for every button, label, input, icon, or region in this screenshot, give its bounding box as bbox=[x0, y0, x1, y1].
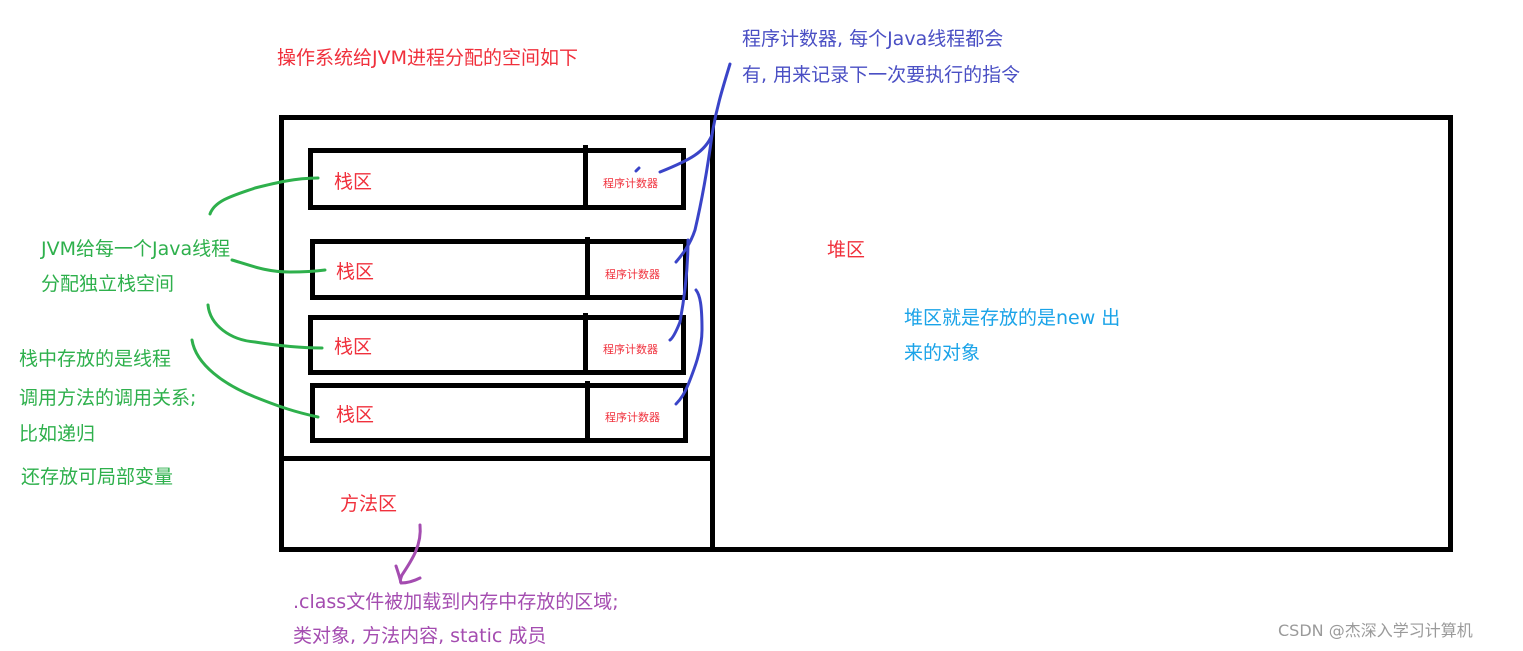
stack-frame-2-divider bbox=[585, 237, 590, 299]
local-vars-note: 还存放可局部变量 bbox=[21, 466, 174, 488]
stack-label-4: 栈区 bbox=[336, 404, 375, 426]
stack-frame-4-divider bbox=[585, 381, 590, 441]
method-area-label: 方法区 bbox=[340, 493, 398, 515]
pc-label-4: 程序计数器 bbox=[605, 411, 660, 424]
stack-content-note-line3: 比如递归 bbox=[19, 423, 96, 445]
pc-label-2: 程序计数器 bbox=[605, 268, 660, 281]
stack-label-2: 栈区 bbox=[336, 261, 375, 283]
heap-label: 堆区 bbox=[827, 239, 866, 261]
method-area-divider bbox=[279, 456, 715, 461]
method-area-note-line1: .class文件被加载到内存中存放的区域; bbox=[293, 591, 619, 613]
pc-label-1: 程序计数器 bbox=[603, 177, 658, 190]
thread-stack-note-line2: 分配独立栈空间 bbox=[41, 273, 175, 295]
stack-frame-3-divider bbox=[583, 313, 588, 373]
stack-frame-1-divider bbox=[583, 145, 588, 207]
heap-region bbox=[710, 115, 1453, 552]
heap-note-line1: 堆区就是存放的是new 出 bbox=[904, 307, 1121, 329]
stack-label-3: 栈区 bbox=[334, 336, 373, 358]
thread-stack-note-line1: JVM给每一个Java线程 bbox=[41, 238, 231, 260]
stack-content-note-line2: 调用方法的调用关系; bbox=[19, 387, 197, 409]
method-area-note-line2: 类对象, 方法内容, static 成员 bbox=[293, 625, 547, 647]
pc-note-line2: 有, 用来记录下一次要执行的指令 bbox=[742, 64, 1021, 86]
stack-label-1: 栈区 bbox=[334, 171, 373, 193]
diagram-title: 操作系统给JVM进程分配的空间如下 bbox=[277, 47, 578, 69]
pc-note-line1: 程序计数器, 每个Java线程都会 bbox=[742, 28, 1004, 50]
pc-label-3: 程序计数器 bbox=[603, 343, 658, 356]
stack-content-note-line1: 栈中存放的是线程 bbox=[19, 348, 172, 370]
heap-note-line2: 来的对象 bbox=[904, 342, 981, 364]
watermark: CSDN @杰深入学习计算机 bbox=[1278, 621, 1473, 640]
